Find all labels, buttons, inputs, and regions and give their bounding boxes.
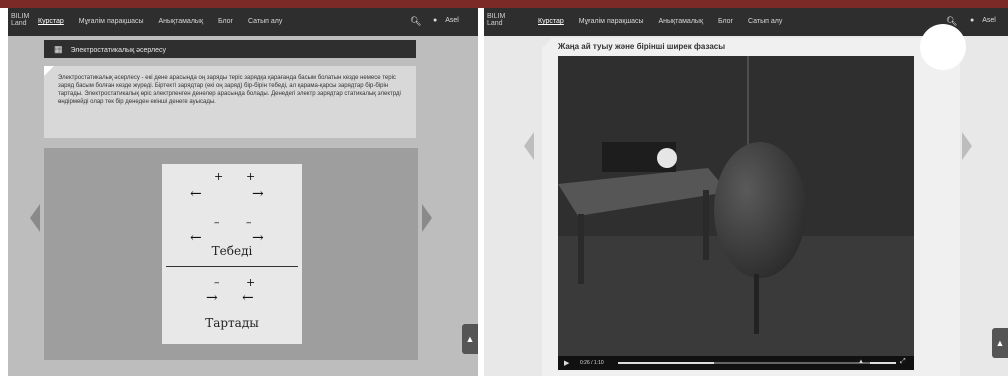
user-menu[interactable]: ● Asel <box>970 17 996 24</box>
plus-sign: + <box>246 170 256 183</box>
search-icon[interactable]: 🔍︎ <box>410 16 421 27</box>
corner-fold <box>44 66 54 76</box>
video-frame <box>558 56 914 356</box>
moon-sphere <box>714 142 806 278</box>
user-icon: ● <box>433 17 438 24</box>
paragraph: Электростатикалық әсерлесу - екі дене ар… <box>58 75 401 105</box>
logo[interactable]: BILIM Land <box>487 13 509 27</box>
top-accent-bar <box>0 0 1008 8</box>
chevron-right-icon[interactable] <box>422 204 432 232</box>
arrow-up-icon: ▲ <box>995 338 1005 348</box>
diagram-area: + + ← → – – ← → Тебеді – + → ← Тартады <box>44 148 418 360</box>
plus-sign: + <box>246 276 256 289</box>
nav-item-teacher[interactable]: Мұғалім парақшасы <box>579 18 644 25</box>
fullscreen-icon[interactable]: ⤢ <box>900 358 906 366</box>
minus-sign: – <box>214 276 220 289</box>
decor-circle <box>920 24 966 70</box>
charges-diagram: + + ← → – – ← → Тебеді – + → ← Тартады <box>162 164 302 344</box>
navbar: BILIM Land Курстар Мұғалім парақшасы Аны… <box>8 8 478 36</box>
arrow-left-icon: ← <box>190 186 202 202</box>
nav-item-teacher[interactable]: Мұғалім парақшасы <box>79 18 144 25</box>
video-player[interactable]: ▶ 0:26 / 1:10 ▲ ⤢ <box>558 56 914 370</box>
video-controls: ▶ 0:26 / 1:10 ▲ ⤢ <box>558 356 914 370</box>
user-name: Asel <box>445 17 459 24</box>
nav-item-blog[interactable]: Блог <box>718 18 733 25</box>
plus-sign: + <box>214 170 224 183</box>
divider <box>166 266 298 267</box>
repel-label: Тебеді <box>211 244 253 258</box>
attract-label: Тартады <box>205 316 259 330</box>
nav-menu: Курстар Мұғалім парақшасы Анықтамалық Бл… <box>38 18 295 25</box>
scroll-top-button[interactable]: ▲ <box>462 324 478 354</box>
minus-sign: – <box>246 216 252 229</box>
nav-item-buy[interactable]: Сатып алу <box>748 18 782 25</box>
formula-icon: ▦ <box>54 44 63 54</box>
chevron-right-icon[interactable] <box>962 132 972 160</box>
text-card: Электростатикалық әсерлесу - екі дене ар… <box>44 66 416 138</box>
projector-lens <box>657 148 677 168</box>
left-lesson-screen: BILIM Land Курстар Мұғалім парақшасы Аны… <box>8 8 478 376</box>
volume-icon[interactable]: ▲ <box>858 359 864 365</box>
nav-item-buy[interactable]: Сатып алу <box>248 18 282 25</box>
progress-bar[interactable] <box>618 362 878 364</box>
user-icon: ● <box>970 17 975 24</box>
chevron-left-icon[interactable] <box>30 204 40 232</box>
chevron-left-icon[interactable] <box>524 132 534 160</box>
section-title: Электростатикалық әсерлесу <box>70 47 167 54</box>
arrow-right-icon: → <box>206 290 218 306</box>
video-title: Жаңа ай туыу және бірінші ширек фазасы <box>558 42 726 51</box>
volume-slider[interactable] <box>870 362 896 364</box>
nav-item-reference[interactable]: Анықтамалық <box>158 18 203 25</box>
section-header: ▦ Электростатикалық әсерлесу <box>44 40 416 58</box>
corner-fold <box>542 38 552 48</box>
arrow-right-icon: → <box>252 186 264 202</box>
minus-sign: – <box>214 216 220 229</box>
play-icon[interactable]: ▶ <box>564 359 569 367</box>
progress-fill <box>618 362 715 364</box>
nav-item-courses[interactable]: Курстар <box>538 18 564 25</box>
nav-menu: Курстар Мұғалім парақшасы Анықтамалық Бл… <box>538 18 795 25</box>
nav-item-courses[interactable]: Курстар <box>38 18 64 25</box>
user-name: Asel <box>982 17 996 24</box>
logo[interactable]: BILIM Land <box>11 13 31 27</box>
right-video-screen: BILIM Land Курстар Мұғалім парақшасы Аны… <box>484 8 1008 376</box>
video-time: 0:26 / 1:10 <box>580 360 604 366</box>
scroll-top-button[interactable]: ▲ <box>992 328 1008 358</box>
arrow-up-icon: ▲ <box>465 334 475 344</box>
user-menu[interactable]: ● Asel <box>433 17 459 24</box>
nav-item-blog[interactable]: Блог <box>218 18 233 25</box>
nav-item-reference[interactable]: Анықтамалық <box>658 18 703 25</box>
arrow-left-icon: ← <box>242 290 254 306</box>
